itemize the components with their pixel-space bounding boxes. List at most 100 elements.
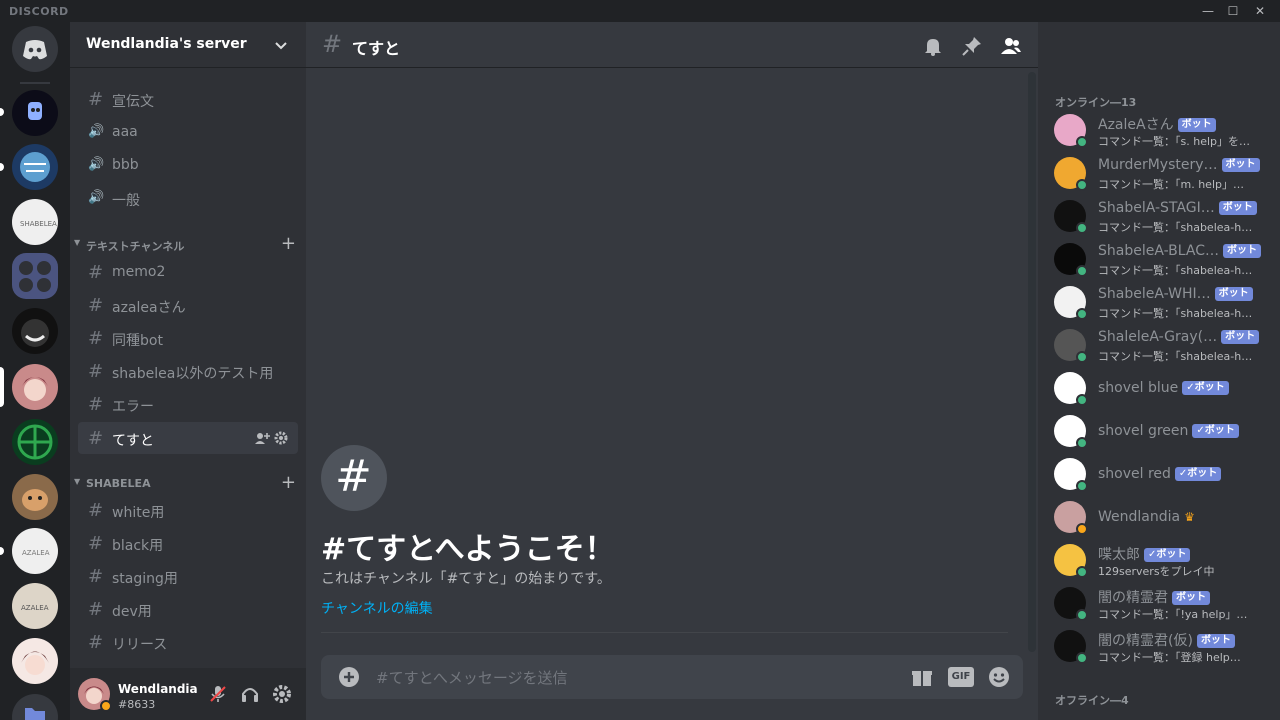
category-shabelea[interactable]: ▼ SHABELEA + — [74, 472, 300, 493]
member-item[interactable]: 喋太郎 ✓ボット 129serversをプレイ中 — [1046, 540, 1276, 582]
text-channel-icon: # — [88, 295, 104, 316]
pin-icon[interactable] — [961, 35, 983, 57]
server-folder[interactable] — [12, 694, 58, 720]
member-item[interactable]: ShabelA-STAGI… ボット コマンド一覧：「shabelea-h… — [1046, 196, 1276, 238]
shabelea-logo-icon: SHABELEA — [20, 220, 57, 228]
minimize-button[interactable]: — — [1196, 1, 1220, 21]
bot-tag: ✓ボット — [1174, 467, 1222, 481]
bell-icon[interactable] — [922, 35, 944, 57]
message-composer[interactable]: #てすとへメッセージを送信 GIF — [321, 655, 1023, 699]
add-channel-icon[interactable]: + — [281, 472, 296, 493]
emoji-icon[interactable] — [987, 665, 1011, 689]
bot-tag: ボット — [1218, 201, 1257, 215]
home-button[interactable] — [12, 26, 58, 72]
member-name: 喋太郎 ✓ボット — [1098, 544, 1191, 564]
member-item[interactable]: ShabeleA-BLAC… ボット コマンド一覧：「shabelea-h… — [1046, 239, 1276, 281]
server-header[interactable]: Wendlandia's server — [70, 22, 306, 68]
gear-icon[interactable] — [274, 431, 288, 445]
text-channel-icon: # — [88, 428, 104, 449]
member-item[interactable]: 闇の精霊君(仮) ボット コマンド一覧：「登録 help… — [1046, 626, 1276, 668]
globe-avatar-icon — [20, 152, 50, 182]
server-icon[interactable] — [12, 419, 58, 465]
member-name: 闇の精霊君 ボット — [1098, 587, 1210, 607]
member-name-text: 喋太郎 — [1098, 547, 1140, 563]
channel-name: memo2 — [112, 264, 166, 280]
maximize-button[interactable]: ☐ — [1221, 1, 1245, 21]
server-icon[interactable] — [12, 474, 58, 520]
text-channel-icon: # — [88, 89, 104, 110]
user-panel: Wendlandia #8633 — [70, 668, 306, 720]
channel-item[interactable]: # 宣伝文 — [78, 83, 298, 115]
server-icon[interactable]: SHABELEA — [12, 199, 58, 245]
server-icon[interactable] — [12, 90, 58, 136]
channel-name: 同種bot — [112, 333, 163, 349]
bot-tag: ボット — [1223, 244, 1261, 258]
channel-item[interactable]: # エラー — [78, 388, 298, 420]
chat-header: # てすと 検索 ? — [306, 22, 1257, 68]
chevron-down-icon — [275, 42, 287, 50]
scrollbar[interactable] — [1028, 72, 1036, 652]
channel-item[interactable]: # リリース — [78, 626, 298, 658]
member-list-icon[interactable] — [1000, 35, 1022, 57]
category-name: テキストチャンネル — [86, 240, 185, 253]
edit-channel-link[interactable]: チャンネルの編集 — [321, 598, 433, 618]
add-channel-icon[interactable]: + — [281, 233, 296, 254]
gift-icon[interactable] — [910, 665, 934, 689]
add-attachment-icon[interactable] — [337, 665, 361, 689]
folder-grid-icon — [19, 261, 51, 292]
server-icon[interactable]: AZALEA — [12, 528, 58, 574]
rail-separator — [20, 82, 50, 84]
channel-item[interactable]: # 同種bot — [78, 322, 298, 354]
locked-channel-icon: # — [88, 500, 104, 521]
voice-channel-item[interactable]: 🔊 一般 — [78, 182, 298, 214]
svg-text:AZALEA: AZALEA — [21, 604, 49, 612]
discord-app: DISCORD — ☐ ✕ SHABELEA AZALEA AZALEA Wen… — [0, 0, 1280, 720]
gif-button[interactable]: GIF — [948, 667, 974, 687]
member-name-text: MurderMystery… — [1098, 157, 1218, 173]
member-item[interactable]: shovel blue ✓ボット — [1046, 368, 1276, 410]
member-activity: コマンド一覧：「s. help」を… — [1098, 135, 1251, 148]
invite-member-icon[interactable] — [254, 431, 270, 445]
text-channel-icon: # — [88, 361, 104, 382]
member-item[interactable]: ShabeleA-WHI… ボット コマンド一覧：「shabelea-h… — [1046, 282, 1276, 324]
voice-channel-item[interactable]: 🔊 bbb — [78, 149, 298, 181]
member-item[interactable]: shovel red ✓ボット — [1046, 454, 1276, 496]
member-item[interactable]: AzaleAさん ボット コマンド一覧：「s. help」を… — [1046, 110, 1276, 152]
online-status-icon — [1076, 222, 1088, 234]
channel-item[interactable]: # white用 — [78, 494, 298, 526]
divider — [321, 632, 1008, 633]
settings-gear-icon[interactable] — [272, 684, 292, 704]
speaker-icon: 🔊 — [88, 157, 105, 172]
voice-channel-item[interactable]: 🔊 aaa — [78, 116, 298, 148]
offline-group-header: オフライン―4 — [1055, 694, 1129, 707]
member-item[interactable]: shovel green ✓ボット — [1046, 411, 1276, 453]
channel-item[interactable]: # memo2 — [78, 256, 298, 288]
server-icon-selected[interactable] — [12, 364, 58, 410]
member-item[interactable]: MurderMystery… ボット コマンド一覧：「m. help」… — [1046, 153, 1276, 195]
mic-muted-icon[interactable] — [208, 684, 228, 704]
channel-item[interactable]: # shabelea以外のテスト用 — [78, 355, 298, 387]
channel-item[interactable]: # black用 — [78, 527, 298, 559]
member-item[interactable]: ShaleleA-Gray(… ボット コマンド一覧：「shabelea-h… — [1046, 325, 1276, 367]
member-name: MurderMystery… ボット — [1098, 157, 1260, 173]
member-item[interactable]: Wendlandia ♛ — [1046, 497, 1276, 539]
server-icon[interactable] — [12, 638, 58, 684]
server-folder[interactable] — [12, 253, 58, 299]
channel-item[interactable]: # dev用 — [78, 593, 298, 625]
server-icon[interactable]: AZALEA — [12, 583, 58, 629]
headphones-icon[interactable] — [240, 684, 260, 704]
channel-name: aaa — [112, 124, 138, 140]
member-item[interactable]: 闇の精霊君 ボット コマンド一覧：「!ya help」… — [1046, 583, 1276, 625]
text-channel-icon: # — [322, 30, 343, 58]
close-button[interactable]: ✕ — [1248, 1, 1272, 21]
channel-item[interactable]: # azaleaさん — [78, 289, 298, 321]
online-status-icon — [1076, 480, 1088, 492]
hash-icon: # — [335, 451, 372, 502]
online-status-icon — [1076, 351, 1088, 363]
member-name-text: ShaleleA-Gray(… — [1098, 329, 1218, 345]
server-icon[interactable] — [12, 308, 58, 354]
channel-item-selected[interactable]: # てすと — [78, 422, 298, 454]
category-text-channels[interactable]: ▼ テキストチャンネル + — [74, 233, 300, 254]
channel-item[interactable]: # staging用 — [78, 560, 298, 592]
server-icon[interactable] — [12, 144, 58, 190]
